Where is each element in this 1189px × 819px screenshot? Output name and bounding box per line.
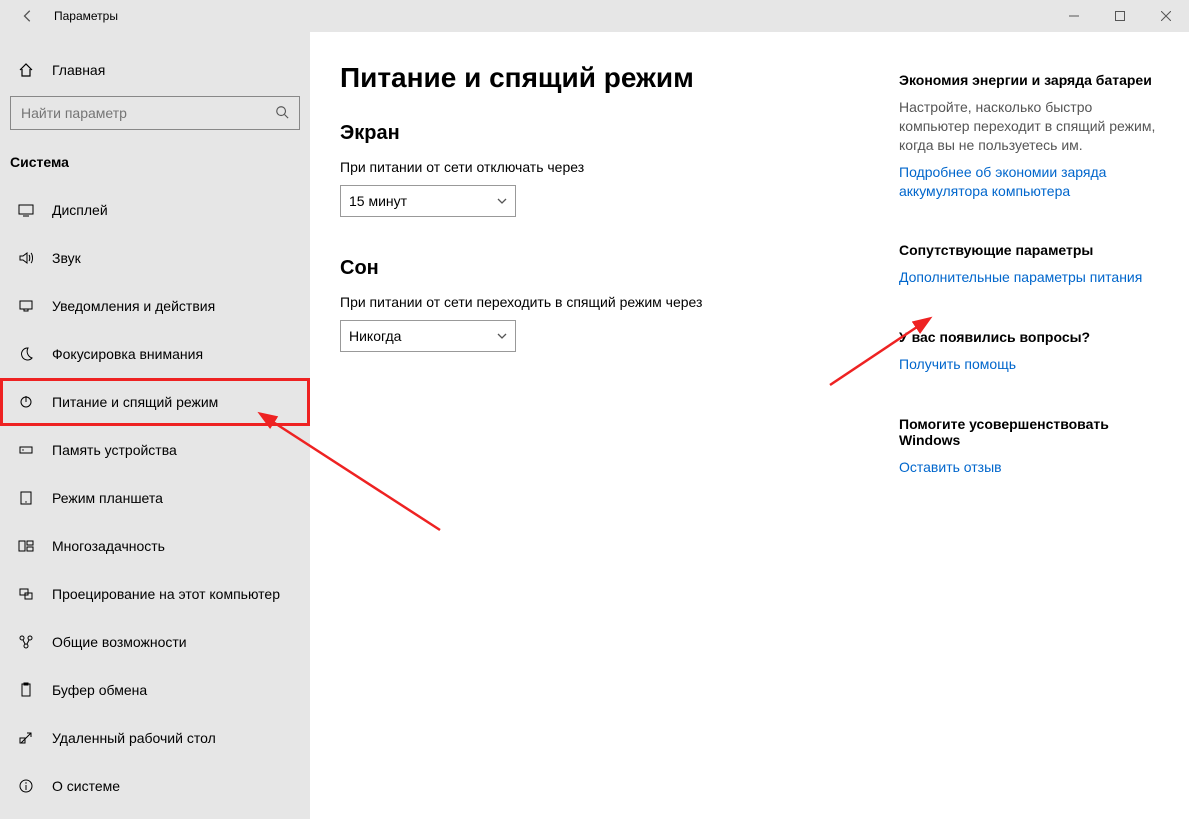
aside-energy-text: Настройте, насколько быстро компьютер пе… [899,98,1159,155]
sidebar-item-label: Удаленный рабочий стол [36,730,216,746]
remote-icon [16,730,36,746]
back-button[interactable] [8,9,48,23]
info-icon [16,778,36,794]
aside-feedback-heading: Помогите усовершенствовать Windows [899,416,1159,448]
sidebar-item-label: Память устройства [36,442,177,458]
home-icon [16,62,36,78]
maximize-button[interactable] [1097,0,1143,32]
sound-icon [16,250,36,266]
sidebar: Главная Система Дисплей Звук Уведомления… [0,32,310,819]
sidebar-item-power[interactable]: Питание и спящий режим [0,378,310,426]
sidebar-home-label: Главная [36,62,105,78]
screen-off-select[interactable]: 15 минут [340,185,516,217]
search-input[interactable] [21,105,249,121]
moon-icon [16,346,36,362]
window-title: Параметры [48,9,118,23]
aside-related-link[interactable]: Дополнительные параметры питания [899,268,1159,287]
aside-energy-heading: Экономия энергии и заряда батареи [899,72,1159,88]
sleep-value: Никогда [349,328,401,344]
aside-energy-link[interactable]: Подробнее об экономии заряда аккумулятор… [899,163,1159,201]
projecting-icon [16,586,36,602]
sidebar-item-label: Фокусировка внимания [36,346,203,362]
multitask-icon [16,538,36,554]
screen-off-label: При питании от сети отключать через [340,159,899,175]
sidebar-section-label: Система [0,144,310,186]
aside-question-link[interactable]: Получить помощь [899,355,1159,374]
search-box[interactable] [10,96,300,130]
power-icon [16,394,36,410]
sidebar-item-projecting[interactable]: Проецирование на этот компьютер [0,570,310,618]
search-icon [275,105,289,122]
chevron-down-icon [497,328,507,344]
sidebar-item-shared[interactable]: Общие возможности [0,618,310,666]
sidebar-item-display[interactable]: Дисплей [0,186,310,234]
sidebar-item-label: Уведомления и действия [36,298,215,314]
sidebar-item-remote[interactable]: Удаленный рабочий стол [0,714,310,762]
clipboard-icon [16,682,36,698]
sidebar-item-sound[interactable]: Звук [0,234,310,282]
aside-related-heading: Сопутствующие параметры [899,242,1159,258]
sidebar-item-label: Питание и спящий режим [36,394,218,410]
sidebar-item-focus[interactable]: Фокусировка внимания [0,330,310,378]
sleep-select[interactable]: Никогда [340,320,516,352]
sidebar-item-label: О системе [36,778,120,794]
sidebar-item-label: Буфер обмена [36,682,147,698]
screen-off-value: 15 минут [349,193,407,209]
sidebar-item-notifications[interactable]: Уведомления и действия [0,282,310,330]
sidebar-item-label: Звук [36,250,81,266]
sidebar-item-multitask[interactable]: Многозадачность [0,522,310,570]
sidebar-item-tablet[interactable]: Режим планшета [0,474,310,522]
close-button[interactable] [1143,0,1189,32]
sidebar-item-about[interactable]: О системе [0,762,310,810]
sidebar-item-label: Проецирование на этот компьютер [36,586,280,602]
sleep-label: При питании от сети переходить в спящий … [340,294,899,310]
storage-icon [16,442,36,458]
sidebar-item-label: Многозадачность [36,538,165,554]
notifications-icon [16,298,36,314]
display-icon [16,202,36,218]
sidebar-nav: Дисплей Звук Уведомления и действия Фоку… [0,186,310,810]
screen-heading: Экран [340,122,899,145]
aside-feedback-link[interactable]: Оставить отзыв [899,458,1159,477]
page-title: Питание и спящий режим [340,62,899,94]
titlebar: Параметры [0,0,1189,32]
sidebar-item-label: Режим планшета [36,490,163,506]
content: Питание и спящий режим Экран При питании… [310,32,1189,819]
aside: Экономия энергии и заряда батареи Настро… [899,62,1159,819]
sidebar-item-clipboard[interactable]: Буфер обмена [0,666,310,714]
minimize-button[interactable] [1051,0,1097,32]
shared-icon [16,634,36,650]
tablet-icon [16,490,36,506]
sleep-heading: Сон [340,257,899,280]
chevron-down-icon [497,193,507,209]
sidebar-item-label: Общие возможности [36,634,187,650]
sidebar-home[interactable]: Главная [0,52,310,88]
sidebar-item-storage[interactable]: Память устройства [0,426,310,474]
sidebar-item-label: Дисплей [36,202,108,218]
aside-question-heading: У вас появились вопросы? [899,329,1159,345]
